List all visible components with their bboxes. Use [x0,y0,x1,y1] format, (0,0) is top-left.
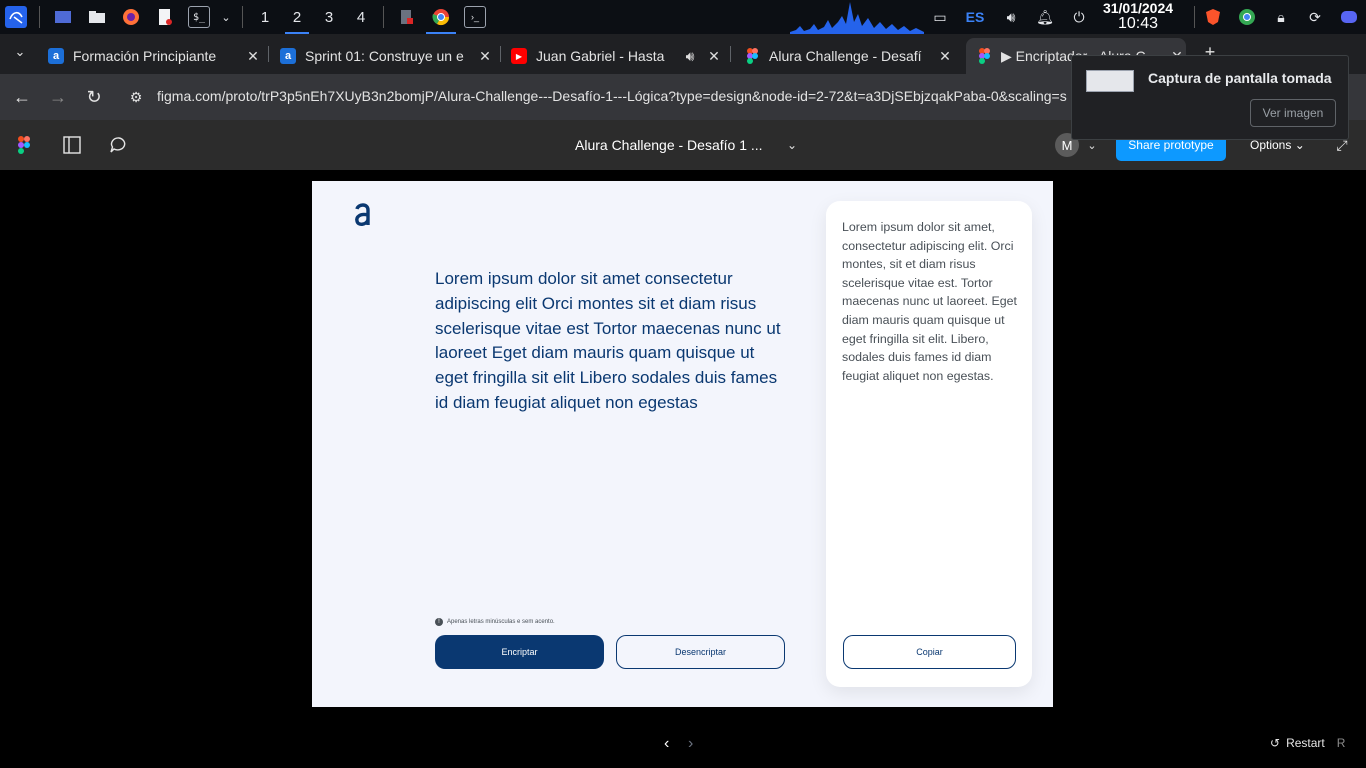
clock[interactable]: 31/01/2024 10:43 [1094,0,1182,32]
workspace-1[interactable]: 1 [249,0,281,34]
screenshot-thumbnail[interactable] [1086,70,1134,92]
tab-divider [730,46,731,62]
brave-icon[interactable] [1202,0,1224,34]
alura-favicon: a [48,48,64,64]
youtube-icon: ▶ [511,48,527,64]
firefox-icon[interactable] [120,6,142,28]
os-taskbar: $_ ⌄ 1 2 3 4 ›_ ▭ ES 🔊︎ 🔔︎ ⏻ 31/01/2024 … [0,0,1366,34]
chrome-icon[interactable] [426,6,456,34]
restart-button[interactable]: ↺ Restart R [1270,736,1345,750]
close-icon[interactable]: ✕ [705,48,723,65]
workspace-2[interactable]: 2 [281,0,313,34]
refresh-tray-icon[interactable]: ⟳ [1304,0,1326,34]
tab-youtube[interactable]: ▶ Juan Gabriel - Hasta 🔊︎ ✕ [511,38,723,74]
chevron-down-icon: ⌄ [1294,138,1305,152]
power-icon[interactable]: ⏻ [1068,0,1090,34]
kali-menu-icon[interactable] [5,6,27,28]
restart-label: Restart [1286,736,1325,750]
notification-bell-icon[interactable]: 🔔︎ [1034,0,1056,34]
tab-title: Sprint 01: Construye un e [305,48,464,64]
close-icon[interactable]: ✕ [244,48,262,65]
screenshot-notification: Captura de pantalla tomada Ver imagen [1071,55,1349,140]
screen-icon[interactable]: ▭ [930,0,950,34]
encrypt-button[interactable]: Encriptar [435,635,604,669]
restart-shortcut: R [1336,736,1346,750]
clock-time: 10:43 [1117,15,1159,32]
reload-icon[interactable]: ↻ [82,85,106,109]
sidebar-toggle-icon[interactable] [60,133,84,157]
pdf-viewer-icon[interactable] [396,6,418,28]
prototype-frame: Lorem ipsum dolor sit amet consectetur a… [312,181,1053,707]
lock-icon[interactable]: 🔒︎ [1270,0,1292,34]
next-frame-icon[interactable]: › [688,735,702,752]
taskbar-separator [242,6,243,28]
back-icon[interactable]: ← [10,85,34,109]
comment-icon[interactable] [107,133,131,157]
previous-frame-icon[interactable]: ‹ [664,735,678,752]
output-panel: Lorem ipsum dolor sit amet, consectetur … [826,201,1032,687]
workspace-3[interactable]: 3 [313,0,345,34]
terminal-icon[interactable]: $_ [188,6,210,28]
tab-formacion[interactable]: a Formación Principiante ✕ [48,38,262,74]
tab-search-chevron-icon[interactable]: ⌄ [8,40,32,64]
clock-date: 31/01/2024 [1102,0,1174,16]
notification-message: Captura de pantalla tomada [1148,70,1332,86]
options-menu[interactable]: Options ⌄ [1250,138,1305,152]
figma-icon [744,48,760,64]
discord-icon[interactable] [1338,0,1360,34]
taskbar-separator [1194,6,1195,28]
chevron-down-icon[interactable]: ⌄ [780,133,804,157]
workspace-4[interactable]: 4 [345,0,377,34]
close-icon[interactable]: ✕ [936,48,954,65]
alura-favicon: a [280,48,296,64]
speaker-icon[interactable]: 🔊︎ [681,48,699,65]
keyboard-layout[interactable]: ES [962,0,988,34]
forward-icon[interactable]: → [46,85,70,109]
info-icon: ! [435,618,443,626]
figma-logo-icon[interactable] [12,133,36,157]
figma-icon [976,48,992,64]
options-label: Options [1250,138,1292,152]
tab-title: Juan Gabriel - Hasta [536,48,665,64]
tab-title: Alura Challenge - Desafí [769,48,922,64]
tab-alura-challenge[interactable]: Alura Challenge - Desafí ✕ [744,38,954,74]
tab-divider [268,46,269,62]
volume-icon[interactable]: 🔊︎ [1000,0,1022,34]
document-title[interactable]: Alura Challenge - Desafío 1 ... [575,137,763,153]
tab-sprint[interactable]: a Sprint 01: Construye un e ✕ [280,38,494,74]
tab-title: Formación Principiante [73,48,217,64]
view-image-button[interactable]: Ver imagen [1250,99,1336,127]
desktop-icon[interactable] [52,6,74,28]
restart-icon: ↺ [1270,736,1281,750]
prototype-canvas: Lorem ipsum dolor sit amet consectetur a… [0,170,1366,768]
taskbar-separator [39,6,40,28]
tab-divider [500,46,501,62]
taskbar-separator [383,6,384,28]
decrypt-button[interactable]: Desencriptar [616,635,785,669]
copy-button[interactable]: Copiar [843,635,1016,669]
input-hint: ! Apenas letras minúsculas e sem acento. [435,618,555,626]
input-textarea[interactable]: Lorem ipsum dolor sit amet consectetur a… [435,267,787,416]
terminal-window-icon[interactable]: ›_ [464,6,486,28]
cpu-usage-graph [790,2,924,34]
chevron-down-icon[interactable]: ⌄ [220,6,232,28]
output-text: Lorem ipsum dolor sit amet, consectetur … [842,220,1017,383]
site-info-icon[interactable]: ⚙ [124,85,148,109]
alura-logo-icon [355,203,370,226]
chrome-tray-icon[interactable] [1236,0,1258,34]
file-manager-icon[interactable] [86,6,108,28]
url-input[interactable]: figma.com/proto/trP3p5nEh7XUyB3n2bomjP/A… [157,88,1067,104]
hint-text: Apenas letras minúsculas e sem acento. [447,619,555,625]
close-icon[interactable]: ✕ [476,48,494,65]
text-editor-icon[interactable] [154,6,176,28]
